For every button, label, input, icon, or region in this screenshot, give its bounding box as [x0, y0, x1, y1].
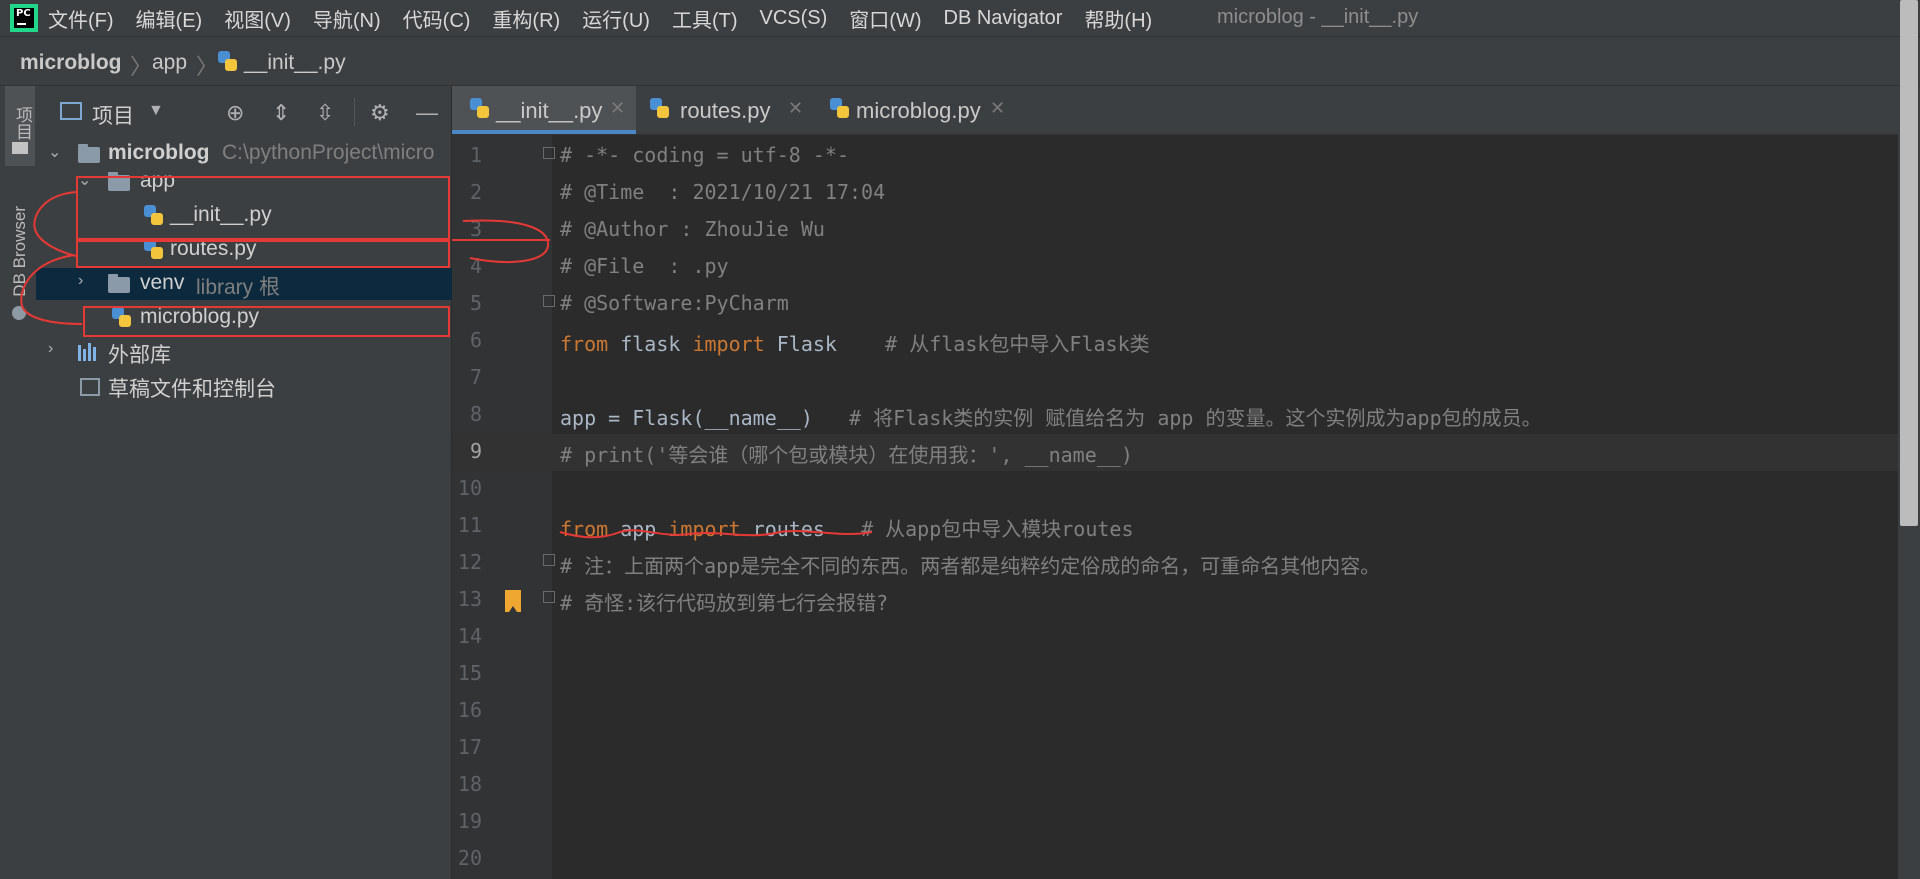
annotation-arrow — [20, 254, 83, 325]
annotation-underline — [559, 529, 873, 539]
annotation-arrow — [462, 219, 550, 263]
annotation-arrow — [33, 191, 77, 257]
annotation-arrows — [20, 191, 873, 539]
